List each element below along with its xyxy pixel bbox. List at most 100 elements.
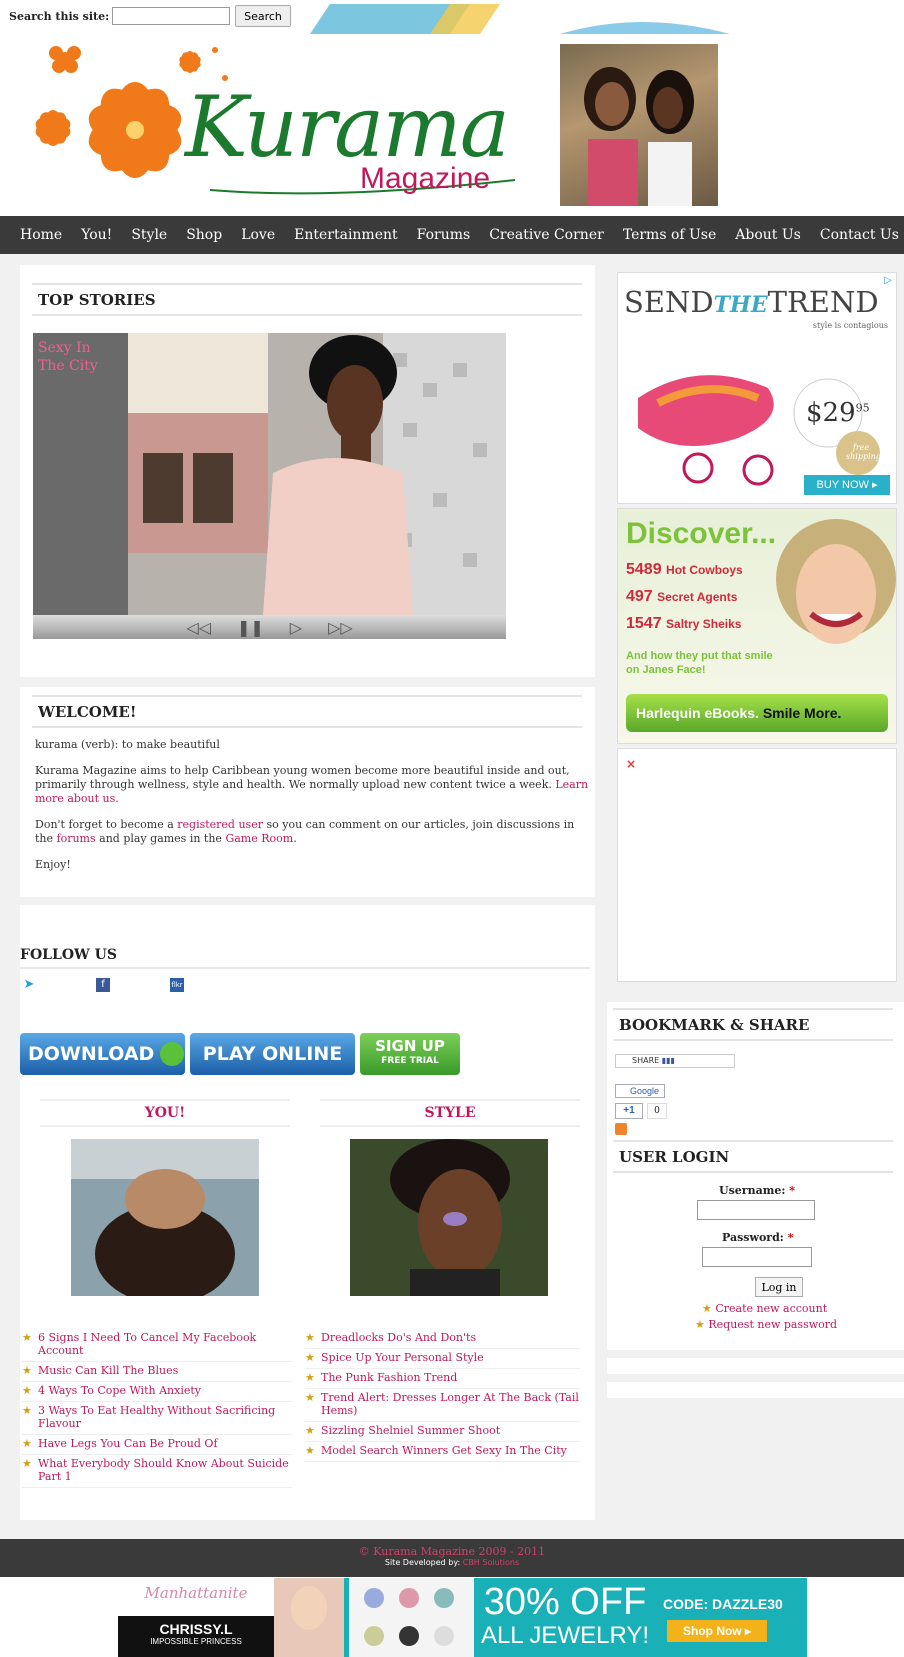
registered-user-link[interactable]: registered user xyxy=(177,818,263,831)
search-label: Search this site: xyxy=(9,10,110,23)
username-input[interactable] xyxy=(697,1200,815,1220)
main-nav: Home You! Style Shop Love Entertainment … xyxy=(0,216,904,254)
nav-item-contact-us[interactable]: Contact Us xyxy=(820,227,899,243)
article-link[interactable]: ★ Dreadlocks Do's And Don'ts xyxy=(305,1329,580,1349)
buy-now-button[interactable]: BUY NOW ▸ xyxy=(804,475,890,495)
harlequin-line-2: 497 Secret Agents xyxy=(626,588,738,605)
sidebar-empty-block-2 xyxy=(607,1382,904,1398)
you-article-list: ★ 6 Signs I Need To Cancel My Facebook Ac… xyxy=(22,1329,292,1488)
bullet-star-icon: ★ xyxy=(22,1331,32,1344)
trend-ad-price: $2995 xyxy=(806,398,870,428)
harlequin-tagline: And how they put that smile on Janes Fac… xyxy=(626,650,773,676)
nav-item-style[interactable]: Style xyxy=(131,227,167,243)
bullet-star-icon: ★ xyxy=(22,1437,32,1450)
slide-caption: Sexy In The City xyxy=(38,340,98,374)
facebook-icon[interactable]: f xyxy=(96,978,110,992)
play-icon[interactable]: ▷ xyxy=(290,618,302,637)
ad-choices-icon[interactable]: ▷ xyxy=(884,275,892,286)
search-input[interactable] xyxy=(112,7,230,25)
nav-item-shop[interactable]: Shop xyxy=(186,227,222,243)
site-logo[interactable]: Kurama Magazine xyxy=(15,40,555,210)
forums-link[interactable]: forums xyxy=(57,832,96,845)
follow-us-title: FOLLOW US xyxy=(20,944,590,969)
developer-link[interactable]: CBH Solutions xyxy=(463,1558,519,1567)
flickr-icon[interactable]: flkr xyxy=(170,978,184,992)
search-bar: Search this site: Search xyxy=(0,0,904,34)
bullet-star-icon: ★ xyxy=(702,1302,712,1315)
article-link[interactable]: ★ Have Legs You Can Be Proud Of xyxy=(22,1435,292,1455)
jewelry-ad-banner[interactable]: Manhattanite CHRISSY.L IMPOSSIBLE PRINCE… xyxy=(118,1578,807,1657)
nav-item-terms-of-use[interactable]: Terms of Use xyxy=(623,227,716,243)
twitter-icon[interactable]: ➤ xyxy=(22,978,36,992)
send-the-trend-ad[interactable]: ▷ SENDTHETREND style is contagious $2995… xyxy=(617,272,897,504)
password-input[interactable] xyxy=(702,1247,812,1267)
column-title-you[interactable]: YOU! xyxy=(40,1099,290,1127)
google-bookmark-button[interactable]: Google xyxy=(615,1084,665,1098)
bullet-star-icon: ★ xyxy=(22,1457,32,1470)
bullet-star-icon: ★ xyxy=(305,1331,315,1344)
nav-item-entertainment[interactable]: Entertainment xyxy=(294,227,398,243)
search-button[interactable]: Search xyxy=(235,5,291,27)
article-link[interactable]: ★ 6 Signs I Need To Cancel My Facebook Ac… xyxy=(22,1329,292,1362)
nav-item-creative-corner[interactable]: Creative Corner xyxy=(489,227,604,243)
top-stories-title: TOP STORIES xyxy=(32,283,582,316)
pause-icon[interactable]: ❚❚ xyxy=(237,618,264,637)
bullet-star-icon: ★ xyxy=(695,1318,705,1331)
you-feature-image[interactable] xyxy=(71,1139,259,1304)
nav-item-about-us[interactable]: About Us xyxy=(735,227,801,243)
fast-forward-icon[interactable]: ▷▷ xyxy=(328,618,353,637)
article-link[interactable]: ★ The Punk Fashion Trend xyxy=(305,1369,580,1389)
nav-item-forums[interactable]: Forums xyxy=(417,227,471,243)
style-feature-image[interactable] xyxy=(350,1139,548,1296)
game-ad-banner[interactable]: DOWNLOAD PLAY ONLINE SIGN UP FREE TRIAL xyxy=(20,1033,460,1077)
bullet-star-icon: ★ xyxy=(305,1444,315,1457)
play-online-button[interactable]: PLAY ONLINE xyxy=(190,1033,355,1075)
bullet-star-icon: ★ xyxy=(305,1371,315,1384)
game-room-link[interactable]: Game Room xyxy=(225,832,293,845)
harlequin-headline: Discover... xyxy=(626,517,777,550)
article-link[interactable]: ★ What Everybody Should Know About Suicid… xyxy=(22,1455,292,1488)
bullet-star-icon: ★ xyxy=(305,1391,315,1404)
article-link[interactable]: ★ Sizzling Shelniel Summer Shoot xyxy=(305,1422,580,1442)
welcome-register: Don't forget to become a registered user… xyxy=(35,818,575,845)
nav-item-love[interactable]: Love xyxy=(241,227,275,243)
harlequin-ad[interactable]: Discover... 5489 Hot Cowboys 497 Secret … xyxy=(617,508,897,744)
logo-subtitle: Magazine xyxy=(360,162,491,195)
article-link[interactable]: ★ 3 Ways To Eat Healthy Without Sacrifici… xyxy=(22,1402,292,1435)
sidebar-empty-block xyxy=(607,1358,904,1374)
rewind-icon[interactable]: ◁◁ xyxy=(186,618,211,637)
footer-developer: Site Developed by: CBH Solutions xyxy=(384,1558,520,1567)
nav-item-home[interactable]: Home xyxy=(20,227,62,243)
article-link[interactable]: ★ Music Can Kill The Blues xyxy=(22,1362,292,1382)
login-button[interactable]: Log in xyxy=(755,1277,803,1297)
shop-now-button[interactable]: Shop Now ▸ xyxy=(667,1620,767,1642)
welcome-enjoy: Enjoy! xyxy=(35,858,71,871)
bullet-star-icon: ★ xyxy=(305,1351,315,1364)
column-title-style[interactable]: STYLE xyxy=(320,1099,580,1127)
sign-up-button[interactable]: SIGN UP FREE TRIAL xyxy=(360,1033,460,1075)
share-button[interactable]: SHARE ▮▮▮ xyxy=(615,1054,735,1068)
header-decoration xyxy=(310,4,730,34)
rss-icon[interactable] xyxy=(615,1123,627,1135)
user-login-title: USER LOGIN xyxy=(613,1140,893,1173)
article-link[interactable]: ★ Trend Alert: Dresses Longer At The Back… xyxy=(305,1389,580,1422)
article-link[interactable]: ★ Model Search Winners Get Sexy In The Ci… xyxy=(305,1442,580,1462)
top-stories-slideshow[interactable]: Sexy In The City ◁◁ ❚❚ ▷ ▷▷ xyxy=(33,333,506,639)
harlequin-cta-button[interactable]: Harlequin eBooks. Smile More. xyxy=(626,694,888,732)
welcome-panel: WELCOME! kurama (verb): to make beautifu… xyxy=(20,687,595,897)
create-account-link[interactable]: ★ Create new account xyxy=(702,1302,827,1315)
bookmark-title: BOOKMARK & SHARE xyxy=(613,1008,893,1041)
download-button[interactable]: DOWNLOAD xyxy=(20,1033,185,1075)
article-link[interactable]: ★ 4 Ways To Cope With Anxiety xyxy=(22,1382,292,1402)
password-label: Password: * xyxy=(722,1231,794,1244)
share-services-icon: ▮▮▮ xyxy=(661,1056,675,1065)
slide-image xyxy=(33,333,506,615)
nav-item-you[interactable]: You! xyxy=(81,227,112,243)
bullet-star-icon: ★ xyxy=(22,1404,32,1417)
request-password-link[interactable]: ★ Request new password xyxy=(695,1318,837,1331)
google-plus-one-button[interactable]: +1 xyxy=(615,1103,643,1119)
jewelry-ad-offer: 30% OFF ALL JEWELRY! xyxy=(480,1581,650,1649)
article-link[interactable]: ★ Spice Up Your Personal Style xyxy=(305,1349,580,1369)
jewelry-ad-images xyxy=(274,1578,474,1657)
welcome-definition: kurama (verb): to make beautiful xyxy=(35,738,220,751)
